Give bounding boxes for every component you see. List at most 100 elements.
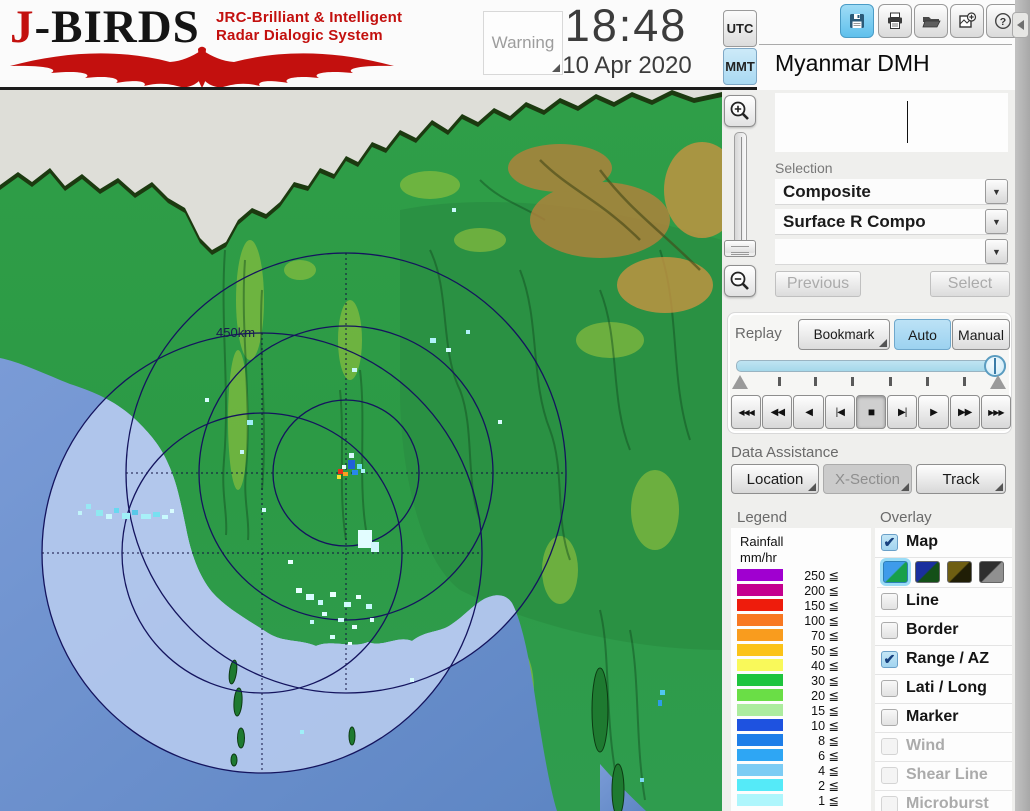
- overlay-item-label: Border: [906, 621, 958, 639]
- location-button[interactable]: Location: [731, 464, 819, 494]
- rewind-button[interactable]: ◀◀: [762, 395, 792, 429]
- edge-strip: [1015, 0, 1030, 811]
- add-image-button[interactable]: [950, 4, 984, 38]
- zoom-slider[interactable]: [734, 132, 747, 248]
- track-button[interactable]: Track: [916, 464, 1006, 494]
- replay-slider[interactable]: [736, 360, 1006, 372]
- forward-button[interactable]: ▶▶: [950, 395, 980, 429]
- checkbox-line[interactable]: [881, 593, 898, 610]
- checkbox-marker[interactable]: [881, 709, 898, 726]
- overlay-item-marker[interactable]: Marker: [875, 704, 1012, 733]
- slider-start-marker[interactable]: [732, 375, 748, 389]
- legend-value: 30 ≦: [787, 673, 839, 688]
- legend-row: 20 ≦: [731, 688, 871, 703]
- manual-label: Manual: [958, 327, 1004, 343]
- open-folder-button[interactable]: [914, 4, 948, 38]
- dropdown-option[interactable]: ▼: [775, 239, 1008, 265]
- select-button[interactable]: Select: [930, 271, 1010, 297]
- print-button[interactable]: [878, 4, 912, 38]
- style-blue-green[interactable]: [883, 561, 908, 583]
- forward-fast-button[interactable]: ▶▶▶: [981, 395, 1011, 429]
- auto-button[interactable]: Auto: [894, 319, 951, 350]
- legend-value: 2 ≦: [787, 778, 839, 793]
- legend-row: 200 ≦: [731, 583, 871, 598]
- slider-tick: [778, 377, 781, 386]
- dropdown-product-value: Surface R Compo: [783, 212, 926, 232]
- slider-end-marker[interactable]: [990, 375, 1006, 389]
- utc-button[interactable]: UTC: [723, 10, 757, 47]
- text-cursor: [907, 101, 908, 143]
- checkbox-wind: [881, 738, 898, 755]
- play-reverse-button[interactable]: ◀: [793, 395, 823, 429]
- zoom-out-button[interactable]: [724, 265, 756, 297]
- legend-row: 100 ≦: [731, 613, 871, 628]
- overlay-item-label: Microburst: [906, 795, 989, 811]
- stop-button[interactable]: ■: [856, 395, 886, 429]
- checkbox-map[interactable]: ✔: [881, 534, 898, 551]
- step-back-button[interactable]: |◀: [825, 395, 855, 429]
- overlay-item-label: Wind: [906, 737, 945, 755]
- mmt-label: MMT: [725, 59, 755, 74]
- manual-button[interactable]: Manual: [952, 319, 1010, 350]
- bookmark-button[interactable]: Bookmark: [798, 319, 890, 350]
- legend-row: 1 ≦: [731, 793, 871, 808]
- legend-swatch: [737, 704, 783, 716]
- zoom-slider-handle[interactable]: [724, 240, 756, 257]
- step-forward-button[interactable]: ▶|: [887, 395, 917, 429]
- legend-swatch: [737, 689, 783, 701]
- x-section-button[interactable]: X-Section: [823, 464, 912, 494]
- legend-row: 6 ≦: [731, 748, 871, 763]
- save-button[interactable]: [840, 4, 874, 38]
- legend-value: 10 ≦: [787, 718, 839, 733]
- slider-tick: [926, 377, 929, 386]
- checkbox-range-az[interactable]: ✔: [881, 651, 898, 668]
- previous-button[interactable]: Previous: [775, 271, 861, 297]
- dropdown-category[interactable]: Composite ▼: [775, 179, 1008, 205]
- legend-row: 10 ≦: [731, 718, 871, 733]
- checkbox-border[interactable]: [881, 622, 898, 639]
- dropdown-product-arrow[interactable]: ▼: [985, 209, 1008, 234]
- legend-swatch: [737, 584, 783, 596]
- panel-top: ? Myanmar DMH: [757, 0, 1015, 90]
- legend-value: 40 ≦: [787, 658, 839, 673]
- checkbox-lati-long[interactable]: [881, 680, 898, 697]
- utc-label: UTC: [727, 21, 754, 36]
- radar-map[interactable]: 450km: [0, 90, 722, 811]
- overlay-item-label: Line: [906, 592, 939, 610]
- warning-button[interactable]: Warning: [483, 11, 563, 75]
- replay-slider-handle[interactable]: [984, 355, 1006, 377]
- legend-title: Rainfall: [740, 534, 783, 549]
- legend-value: 20 ≦: [787, 688, 839, 703]
- zoom-in-button[interactable]: [724, 95, 756, 127]
- overlay-item-label: Shear Line: [906, 766, 988, 784]
- legend-swatch: [737, 749, 783, 761]
- overlay-item-range-az[interactable]: ✔Range / AZ: [875, 646, 1012, 675]
- data-assistance-label: Data Assistance: [731, 444, 839, 461]
- style-olive-black[interactable]: [947, 561, 972, 583]
- overlay-item-line[interactable]: Line: [875, 588, 1012, 617]
- dropdown-option-arrow[interactable]: ▼: [985, 239, 1008, 264]
- play-button[interactable]: ▶: [918, 395, 948, 429]
- legend-value: 8 ≦: [787, 733, 839, 748]
- overlay-item-lati-long[interactable]: Lati / Long: [875, 675, 1012, 704]
- style-black-gray[interactable]: [979, 561, 1004, 583]
- style-navy-green[interactable]: [915, 561, 940, 583]
- mmt-button[interactable]: MMT: [723, 48, 757, 85]
- overlay-item-map[interactable]: ✔Map: [875, 529, 1012, 558]
- clock-time: 18:48: [558, 0, 694, 52]
- collapse-panel-tab[interactable]: [1012, 12, 1029, 38]
- overlay-panel: ✔Map Line Border ✔Range / AZLati / LongMark…: [875, 528, 1012, 811]
- selection-display[interactable]: [775, 93, 1008, 152]
- overlay-item-border[interactable]: Border: [875, 617, 1012, 646]
- right-panel: Selection Composite ▼ Surface R Compo ▼ …: [722, 90, 1015, 811]
- dropdown-product[interactable]: Surface R Compo ▼: [775, 209, 1008, 235]
- legend-swatch: [737, 674, 783, 686]
- logo-subtitle: JRC-Brilliant & Intelligent Radar Dialog…: [216, 9, 402, 45]
- dropdown-category-arrow[interactable]: ▼: [985, 179, 1008, 204]
- rewind-fast-button[interactable]: ◀◀◀: [731, 395, 761, 429]
- legend-swatch: [737, 614, 783, 626]
- transport-controls: ◀◀◀◀◀◀|◀■▶|▶▶▶▶▶▶: [731, 395, 1011, 429]
- legend-row: 150 ≦: [731, 598, 871, 613]
- x-section-label: X-Section: [835, 471, 900, 488]
- legend-swatch: [737, 794, 783, 806]
